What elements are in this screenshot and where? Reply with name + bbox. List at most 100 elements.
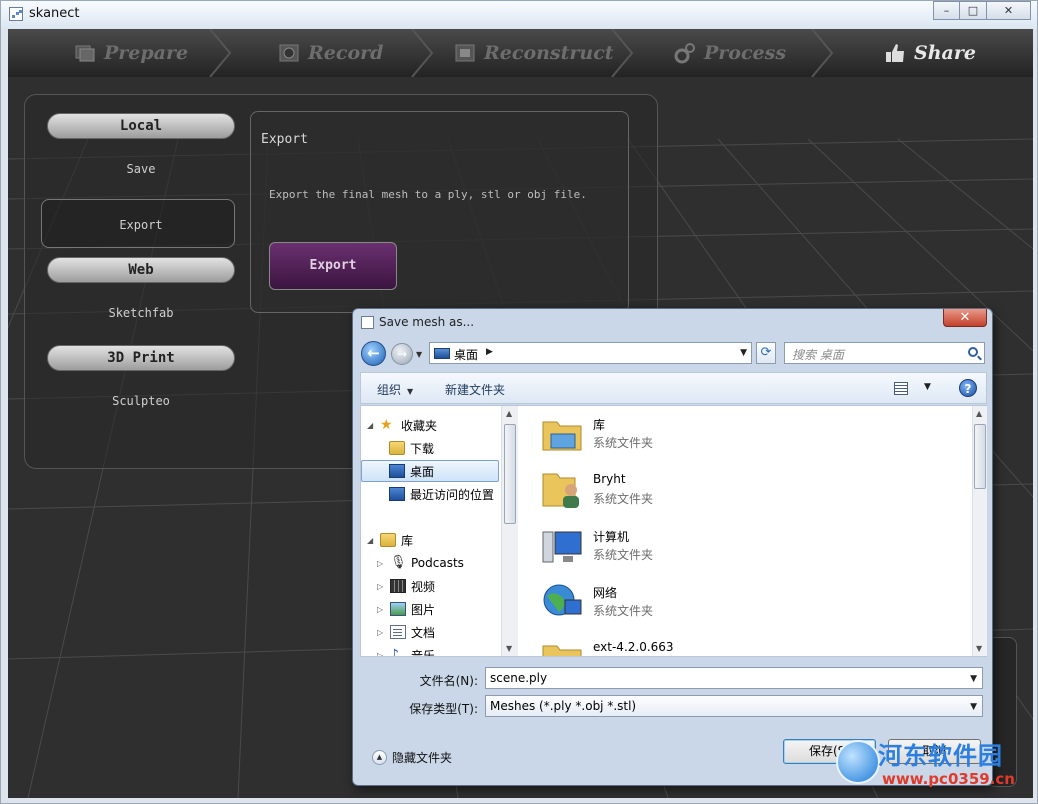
- tab-separator: [811, 29, 834, 77]
- save-mesh-dialog: Save mesh as... ✕ ← → ▼ 桌面 ▶ ▼ ⟳ 搜索 桌面 组…: [352, 308, 993, 786]
- address-dropdown-icon[interactable]: ▼: [740, 348, 747, 358]
- file-list-scrollbar[interactable]: ▲ ▼: [972, 406, 987, 656]
- tab-reconstruct[interactable]: Reconstruct: [454, 29, 614, 77]
- tree-item-label: 视频: [411, 579, 436, 594]
- view-options-icon[interactable]: [894, 382, 908, 395]
- collapse-arrow-icon[interactable]: ◢: [367, 536, 375, 545]
- file-name: 库: [593, 418, 606, 432]
- tab-share[interactable]: Share: [884, 29, 976, 77]
- refresh-icon[interactable]: ⟳: [756, 342, 776, 364]
- tree-item-desktop[interactable]: 桌面: [361, 460, 499, 482]
- sketchfab-option[interactable]: Sketchfab: [47, 306, 235, 320]
- web-section-button[interactable]: Web: [47, 257, 235, 283]
- tab-prepare[interactable]: Prepare: [74, 29, 188, 77]
- tree-item-label: 桌面: [410, 464, 435, 479]
- tree-item-podcasts[interactable]: ▷ 🎙 Podcasts: [377, 552, 497, 574]
- tree-scroll-thumb[interactable]: [504, 424, 516, 524]
- maximize-button[interactable]: □: [960, 1, 987, 20]
- window-titlebar: skanect – □ ✕: [1, 1, 1037, 28]
- search-icon[interactable]: [968, 347, 978, 357]
- tab-record-label: Record: [308, 42, 384, 64]
- export-option[interactable]: Export: [47, 218, 235, 232]
- file-type: 系统文件夹: [593, 548, 654, 562]
- file-name: 网络: [593, 586, 618, 600]
- breadcrumb-arrow-icon[interactable]: ▶: [486, 347, 493, 357]
- expand-arrow-icon[interactable]: ▷: [377, 559, 385, 568]
- film-reel-icon: [279, 44, 299, 62]
- scroll-up-icon[interactable]: ▲: [506, 409, 512, 418]
- tree-scrollbar[interactable]: ▲ ▼: [501, 406, 518, 656]
- file-item-library[interactable]: 库 系统文件夹: [533, 410, 833, 464]
- new-folder-button[interactable]: 新建文件夹: [445, 381, 505, 398]
- tree-item-downloads[interactable]: 下载: [389, 437, 499, 459]
- hide-folders-label: 隐藏文件夹: [392, 751, 453, 765]
- command-bar: 组织 ▼ 新建文件夹 ▼ ?: [360, 372, 987, 404]
- tree-item-label: 图片: [411, 602, 436, 617]
- expand-arrow-icon[interactable]: ▷: [377, 628, 385, 637]
- watermark-url: www.pc0359.cn: [882, 770, 1015, 788]
- tab-process[interactable]: Process: [674, 29, 786, 77]
- scroll-down-icon[interactable]: ▼: [976, 644, 982, 653]
- hide-folders-toggle[interactable]: ▲ 隐藏文件夹: [372, 749, 452, 766]
- tree-item-music[interactable]: ▷ ♪ 音乐: [377, 644, 497, 656]
- file-list: 库 系统文件夹 Bryht 系统文件夹 计算机 系统文件夹 网络 系统文件夹 e…: [519, 406, 971, 656]
- chevron-down-icon[interactable]: ▼: [970, 697, 977, 717]
- chevron-down-icon[interactable]: ▼: [970, 669, 977, 689]
- export-button[interactable]: Export: [269, 242, 397, 290]
- minimize-button[interactable]: –: [933, 1, 960, 20]
- star-icon: ★: [380, 417, 393, 433]
- address-row: ← → ▼ 桌面 ▶ ▼ ⟳ 搜索 桌面: [361, 339, 986, 367]
- filetype-select[interactable]: Meshes (*.ply *.obj *.stl) ▼: [485, 695, 983, 717]
- scroll-up-icon[interactable]: ▲: [976, 409, 982, 418]
- save-option[interactable]: Save: [47, 162, 235, 176]
- tree-item-pictures[interactable]: ▷ 图片: [377, 598, 497, 620]
- help-icon[interactable]: ?: [959, 379, 977, 397]
- address-bar[interactable]: 桌面 ▶ ▼: [429, 342, 752, 364]
- address-text: 桌面: [454, 348, 479, 362]
- recent-pages-dropdown[interactable]: ▼: [416, 350, 422, 359]
- file-scroll-thumb[interactable]: [974, 424, 986, 489]
- forward-arrow-icon[interactable]: →: [391, 343, 413, 365]
- gears-icon: [674, 43, 695, 64]
- library-icon: [542, 421, 582, 451]
- tree-item-videos[interactable]: ▷ 视频: [377, 575, 497, 597]
- sculpteo-option[interactable]: Sculpteo: [47, 394, 235, 408]
- filename-input[interactable]: scene.ply ▼: [485, 667, 983, 689]
- tab-process-label: Process: [704, 42, 787, 64]
- documents-icon: [390, 625, 406, 639]
- close-window-button[interactable]: ✕: [987, 1, 1031, 20]
- collapse-arrow-icon[interactable]: ◢: [367, 421, 375, 430]
- expand-arrow-icon[interactable]: ▷: [377, 605, 385, 614]
- view-dropdown-icon[interactable]: ▼: [924, 382, 931, 392]
- library-icon: [380, 533, 396, 547]
- tree-item-libraries[interactable]: ◢ 库: [367, 529, 497, 551]
- local-section-button[interactable]: Local: [47, 113, 235, 139]
- back-arrow-icon[interactable]: ←: [361, 341, 386, 366]
- navigation-tree: ◢ ★ 收藏夹 下载 桌面 最近访问的位置 ◢ 库 ▷ 🎙 Podcasts ▷…: [361, 406, 501, 656]
- expand-arrow-icon[interactable]: ▷: [377, 582, 385, 591]
- tree-item-documents[interactable]: ▷ 文档: [377, 621, 497, 643]
- scroll-down-icon[interactable]: ▼: [506, 644, 512, 653]
- tree-item-favorites[interactable]: ◢ ★ 收藏夹: [367, 414, 497, 436]
- search-placeholder: 搜索 桌面: [792, 348, 844, 362]
- search-input[interactable]: 搜索 桌面: [784, 342, 985, 364]
- tree-item-recent-places[interactable]: 最近访问的位置: [389, 483, 501, 505]
- expand-arrow-icon[interactable]: ▷: [377, 651, 385, 657]
- file-item-ext-folder[interactable]: ext-4.2.0.663: [533, 634, 833, 656]
- computer-icon: [542, 531, 582, 563]
- folder-icon: [542, 645, 582, 656]
- organize-menu[interactable]: 组织 ▼: [377, 381, 413, 398]
- file-item-network[interactable]: 网络 系统文件夹: [533, 578, 833, 632]
- file-type: 系统文件夹: [593, 604, 654, 618]
- filename-value: scene.ply: [490, 671, 548, 685]
- tab-record[interactable]: Record: [278, 29, 383, 77]
- export-panel-title: Export: [261, 132, 308, 147]
- dialog-close-button[interactable]: ✕: [943, 309, 987, 327]
- file-item-computer[interactable]: 计算机 系统文件夹: [533, 522, 833, 576]
- thumbs-up-icon: [886, 44, 904, 62]
- file-name: 计算机: [593, 530, 630, 544]
- filetype-label: 保存类型(T):: [409, 702, 478, 716]
- site-watermark: 河东软件园 www.pc0359.cn: [836, 734, 1036, 796]
- file-item-bryht[interactable]: Bryht 系统文件夹: [533, 466, 833, 520]
- 3d-print-section-button[interactable]: 3D Print: [47, 345, 235, 371]
